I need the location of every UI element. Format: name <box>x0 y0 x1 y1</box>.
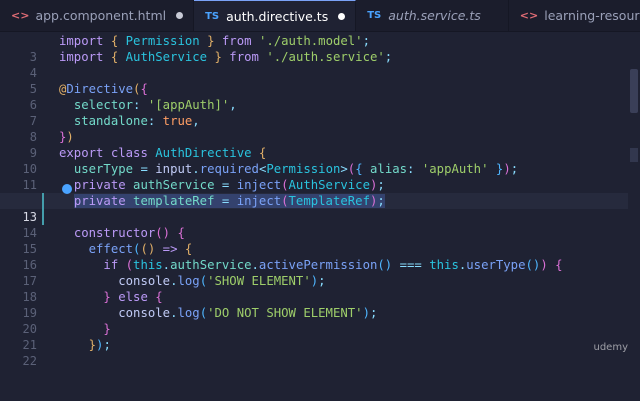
code-line[interactable]: 4 import { AuthService } from './auth.se… <box>0 49 640 80</box>
code-line[interactable]: 3 import { Permission } from './auth.mod… <box>0 33 640 64</box>
code-text: standalone: true, <box>73 114 200 128</box>
code-line[interactable]: 20 console.log('DO NOT SHOW ELEMENT'); <box>0 305 640 336</box>
unsaved-dot-icon[interactable] <box>176 12 184 19</box>
unsaved-dot-icon[interactable] <box>338 12 346 20</box>
scrollbar-marker <box>630 148 638 162</box>
tab-auth-directive-ts[interactable]: TS auth.directive.ts <box>194 0 357 31</box>
code-line[interactable]: 19 } else { <box>0 289 640 320</box>
git-change-indicator[interactable] <box>42 193 44 225</box>
tab-label: learning-resources.comp <box>544 8 640 23</box>
vertical-scrollbar[interactable] <box>628 33 640 360</box>
tab-app-component-html[interactable]: <> app.component.html <box>0 0 195 31</box>
code-line-current[interactable]: 13 private templateRef = inject(Template… <box>0 193 640 224</box>
code-text: import { Permission } from './auth.model… <box>59 34 370 48</box>
code-text: export class AuthDirective { <box>59 146 267 160</box>
tab-auth-service-ts[interactable]: TS auth.service.ts <box>356 0 509 31</box>
tab-label: auth.service.ts <box>388 8 481 23</box>
udemy-watermark: udemy <box>593 342 629 353</box>
tab-label: app.component.html <box>35 8 167 23</box>
lightbulb-icon[interactable] <box>62 184 72 194</box>
html-file-icon: <> <box>11 9 30 22</box>
code-text: selector: '[appAuth]', <box>73 98 237 112</box>
code-line[interactable]: 6 @Directive({ <box>0 81 640 112</box>
html-file-icon: <> <box>519 9 539 22</box>
code-text: private authService = inject(AuthService… <box>73 178 385 192</box>
code-text: import { AuthService } from './auth.serv… <box>59 50 393 64</box>
code-line[interactable]: 14 <box>0 209 640 240</box>
tab-label: auth.directive.ts <box>226 8 329 24</box>
typescript-file-icon: TS <box>367 10 382 21</box>
scrollbar-thumb[interactable] <box>630 69 638 113</box>
code-text: constructor() { <box>73 226 185 240</box>
code-line[interactable]: 22 }); <box>0 337 640 368</box>
code-line[interactable]: 5 <box>0 65 640 96</box>
code-line[interactable]: 10 export class AuthDirective { <box>0 145 640 176</box>
code-line[interactable]: 8 standalone: true, <box>0 113 640 144</box>
code-text: @Directive({ <box>59 82 148 96</box>
code-line[interactable]: 12 private authService = inject(AuthServ… <box>0 177 640 208</box>
code-line[interactable]: 15 constructor() { <box>0 225 640 256</box>
line-number: 22 <box>22 354 37 368</box>
code-text: } <box>103 322 111 336</box>
editor-tab-bar: <> app.component.html TS auth.directive.… <box>0 0 640 32</box>
code-line[interactable]: 9 }) <box>0 129 640 160</box>
code-text: console.log('SHOW ELEMENT'); <box>118 274 326 288</box>
code-text: userType = input.required<Permission>({ … <box>73 162 519 176</box>
code-editor[interactable]: 3 import { Permission } from './auth.mod… <box>0 33 640 368</box>
code-line[interactable]: 17 if (this.authService.activePermission… <box>0 257 640 288</box>
code-text: if (this.authService.activePermission() … <box>103 258 563 272</box>
code-line[interactable]: 7 selector: '[appAuth]', <box>0 97 640 128</box>
code-text: console.log('DO NOT SHOW ELEMENT'); <box>118 306 378 320</box>
code-line[interactable]: 16 effect(() => { <box>0 241 640 272</box>
code-text: }) <box>59 130 74 144</box>
typescript-file-icon: TS <box>205 10 220 22</box>
code-text: } else { <box>103 290 163 304</box>
tab-learning-resources-component[interactable]: <> learning-resources.comp <box>508 0 640 31</box>
code-text: effect(() => { <box>88 242 193 256</box>
code-text: }); <box>88 338 111 352</box>
code-line[interactable]: 21 } <box>0 321 640 352</box>
code-text: private templateRef = inject(TemplateRef… <box>73 194 385 208</box>
code-line[interactable]: 18 console.log('SHOW ELEMENT'); <box>0 273 640 304</box>
code-line[interactable]: 11 userType = input.required<Permission>… <box>0 161 640 192</box>
